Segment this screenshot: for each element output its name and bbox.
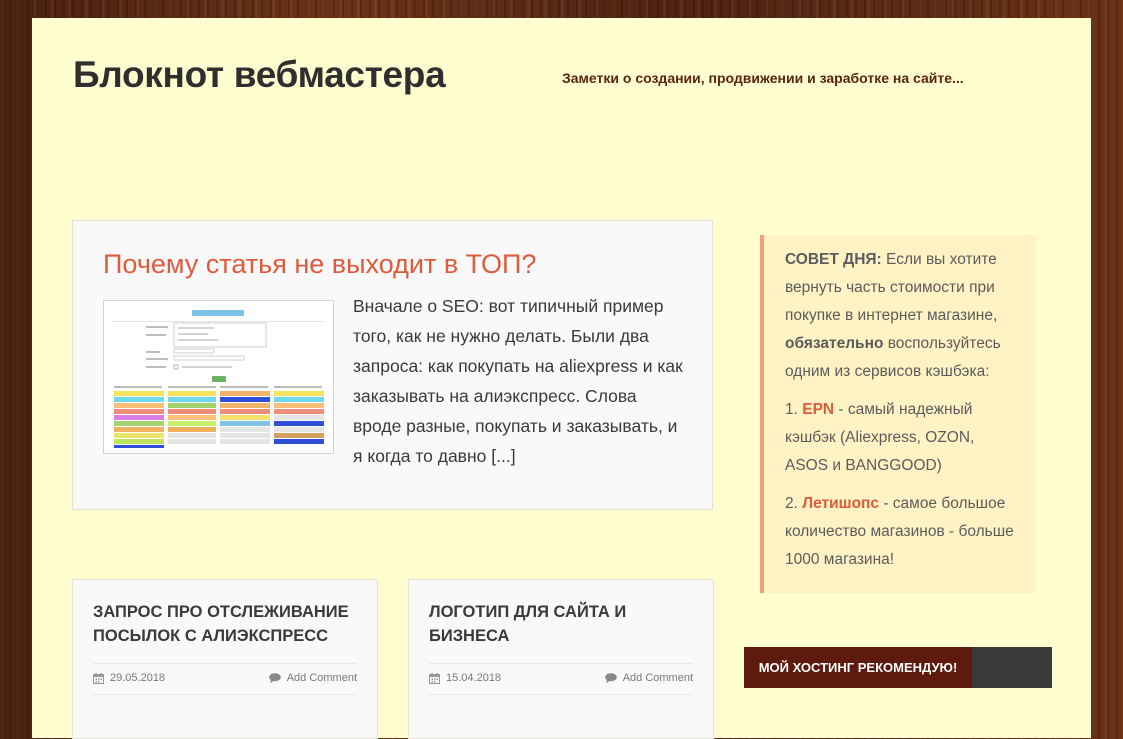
post-date: 29.05.2018 [93,672,165,684]
tip-strong-word: обязательно [785,335,884,352]
post-card-title[interactable]: ЗАПРОС ПРО ОТСЛЕЖИВАНИЕ ПОСЫЛОК С АЛИЭКС… [93,600,363,648]
post-meta: 29.05.2018 Add Comment [93,663,357,695]
thumbnail-screenshot-image [104,301,333,453]
post-date-text: 29.05.2018 [110,672,166,684]
post-card-title[interactable]: ЛОГОТИП ДЛЯ САЙТА И БИЗНЕСА [429,600,699,648]
hosting-widget: МОЙ ХОСТИНГ РЕКОМЕНДУЮ! [744,647,1052,688]
epn-link[interactable]: EPN [802,401,834,418]
hosting-widget-title: МОЙ ХОСТИНГ РЕКОМЕНДУЮ! [744,647,972,688]
comment-icon [604,673,617,683]
add-comment-label[interactable]: Add Comment [623,672,693,684]
featured-post-excerpt: Вначале о SEO: вот типичный пример того,… [353,291,689,471]
tip-of-the-day-box: СОВЕТ ДНЯ: Если вы хотите вернуть часть … [760,235,1036,593]
cashback-item: 2. Летишопс - самое большое количество м… [785,490,1020,574]
read-more-link[interactable]: [...] [491,446,515,466]
calendar-icon [429,672,440,684]
add-comment-link[interactable]: Add Comment [604,672,693,684]
post-card: ЗАПРОС ПРО ОТСЛЕЖИВАНИЕ ПОСЫЛОК С АЛИЭКС… [72,579,378,739]
letyshops-link[interactable]: Летишопс [802,495,879,512]
cashback-item-number: 2. [785,495,803,512]
add-comment-link[interactable]: Add Comment [268,672,357,684]
post-card: ЛОГОТИП ДЛЯ САЙТА И БИЗНЕСА 15.04.2018 A… [408,579,714,739]
cashback-item: 1. EPN - самый надежный кэшбэк (Aliexpre… [785,396,1020,480]
featured-post: Почему статья не выходит в ТОП? Вначале … [72,220,713,510]
featured-post-thumbnail[interactable] [103,300,334,454]
comment-icon [268,673,281,683]
cashback-item-number: 1. [785,401,803,418]
tip-label: СОВЕТ ДНЯ: [785,251,882,268]
excerpt-text: Вначале о SEO: вот типичный пример того,… [353,296,683,466]
featured-post-title[interactable]: Почему статья не выходит в ТОП? [103,249,536,280]
post-date-text: 15.04.2018 [446,672,502,684]
tip-intro: СОВЕТ ДНЯ: Если вы хотите вернуть часть … [785,246,1020,386]
post-date: 15.04.2018 [429,672,501,684]
site-title[interactable]: Блокнот вебмастера [73,54,446,96]
site-tagline: Заметки о создании, продвижении и зарабо… [562,70,964,86]
calendar-icon [93,672,104,684]
post-meta: 15.04.2018 Add Comment [429,663,693,695]
page-container: Блокнот вебмастера Заметки о создании, п… [32,18,1091,739]
add-comment-label[interactable]: Add Comment [287,672,357,684]
